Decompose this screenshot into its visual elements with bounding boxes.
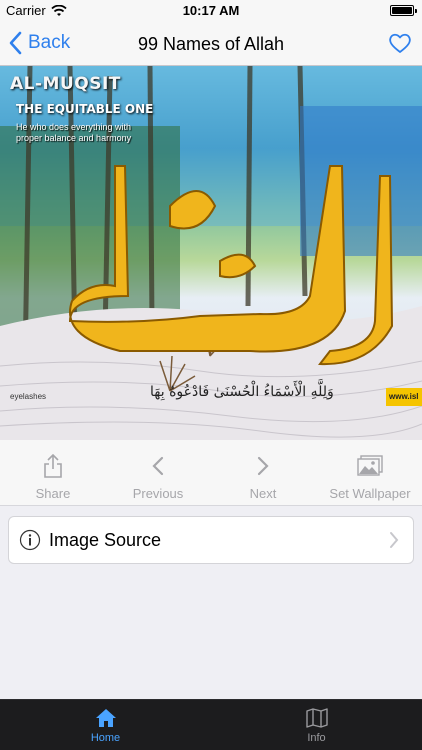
image-credit: eyelashes bbox=[10, 392, 47, 401]
chevron-right-icon bbox=[390, 532, 399, 548]
image-source-label: Image Source bbox=[49, 529, 162, 550]
next-button[interactable]: Next bbox=[228, 440, 298, 506]
image-name-title: AL-MUQSIT bbox=[10, 74, 121, 94]
next-label: Next bbox=[249, 486, 277, 501]
tab-info-label: Info bbox=[307, 732, 326, 744]
tab-home-label: Home bbox=[90, 732, 121, 744]
image-toolbar: Share Previous Next Set Wallpaper bbox=[0, 440, 422, 506]
status-bar: Carrier 10:17 AM bbox=[0, 0, 422, 22]
share-button[interactable]: Share bbox=[18, 440, 88, 506]
status-time: 10:17 AM bbox=[182, 3, 240, 18]
tab-info[interactable]: Info bbox=[211, 700, 422, 750]
chevron-left-icon bbox=[152, 456, 164, 476]
image-name-meaning: THE EQUITABLE ONE bbox=[16, 102, 154, 116]
picture-icon bbox=[357, 455, 383, 476]
home-icon bbox=[95, 709, 116, 727]
previous-button[interactable]: Previous bbox=[120, 440, 196, 506]
chevron-right-icon bbox=[257, 456, 269, 476]
image-website-badge: www.isl bbox=[386, 388, 422, 406]
image-arabic-verse: وَلِلَّهِ الْأَسْمَاءُ الْحُسْنَىٰ فَادْ… bbox=[150, 384, 334, 400]
set-wallpaper-label: Set Wallpaper bbox=[329, 486, 411, 501]
navigation-bar: Back 99 Names of Allah bbox=[0, 22, 422, 66]
tab-bar: Home Info bbox=[0, 699, 422, 750]
share-label: Share bbox=[35, 486, 71, 501]
tab-home[interactable]: Home bbox=[0, 700, 211, 750]
previous-label: Previous bbox=[132, 486, 184, 501]
battery-icon bbox=[390, 5, 417, 16]
share-icon bbox=[44, 454, 62, 478]
set-wallpaper-button[interactable]: Set Wallpaper bbox=[326, 440, 414, 506]
map-icon bbox=[305, 708, 328, 728]
page-title: 99 Names of Allah bbox=[137, 34, 285, 54]
image-caption: He who does everything with proper balan… bbox=[16, 122, 132, 143]
image-source-row[interactable]: Image Source bbox=[8, 516, 414, 564]
info-icon bbox=[19, 529, 41, 551]
favorite-heart-icon[interactable] bbox=[388, 32, 412, 54]
name-image: AL-MUQSIT THE EQUITABLE ONE He who does … bbox=[0, 66, 422, 440]
